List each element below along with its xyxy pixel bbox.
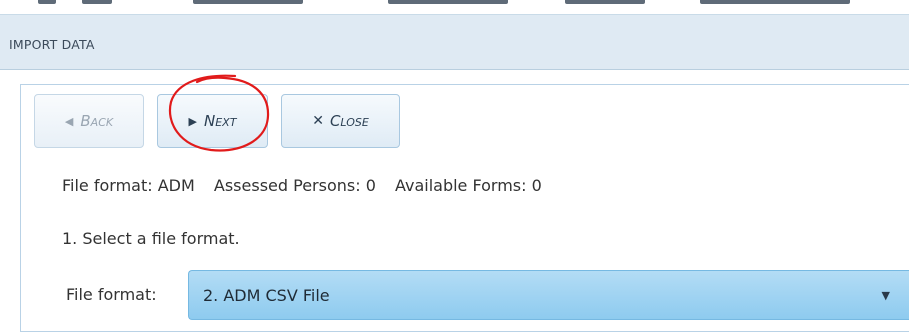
dialog-header: IMPORT DATA: [0, 15, 909, 70]
top-toolbar-remnant: [0, 0, 909, 15]
close-button-label: Close: [329, 112, 369, 130]
toolbar-fragment: [388, 0, 508, 4]
back-button-label: Back: [80, 112, 114, 130]
assessed-persons-status: Assessed Persons: 0: [213, 176, 376, 195]
file-format-selected-value: 2. ADM CSV File: [203, 285, 330, 305]
file-format-status: File format: ADM: [62, 176, 195, 195]
file-format-label: File format:: [66, 285, 157, 304]
dialog-title: IMPORT DATA: [9, 37, 95, 52]
x-icon: ✕: [312, 113, 324, 129]
triangle-right-icon: ▶: [188, 114, 198, 128]
step-instruction: 1. Select a file format.: [62, 229, 240, 248]
next-button[interactable]: ▶ Next: [157, 94, 268, 148]
available-forms-status: Available Forms: 0: [394, 176, 542, 195]
next-button-label: Next: [204, 112, 237, 130]
triangle-left-icon: ◀: [64, 114, 74, 128]
toolbar-fragment: [82, 0, 112, 4]
back-button[interactable]: ◀ Back: [34, 94, 144, 148]
toolbar-fragment: [700, 0, 850, 4]
toolbar-fragment: [38, 0, 56, 4]
close-button[interactable]: ✕ Close: [281, 94, 400, 148]
toolbar-fragment: [565, 0, 645, 4]
dropdown-arrow-icon[interactable]: ▼: [882, 289, 890, 302]
import-status-line: File format: ADM Assessed Persons: 0 Ava…: [62, 176, 542, 195]
toolbar-fragment: [193, 0, 303, 4]
file-format-select[interactable]: 2. ADM CSV File ▼: [188, 270, 909, 320]
